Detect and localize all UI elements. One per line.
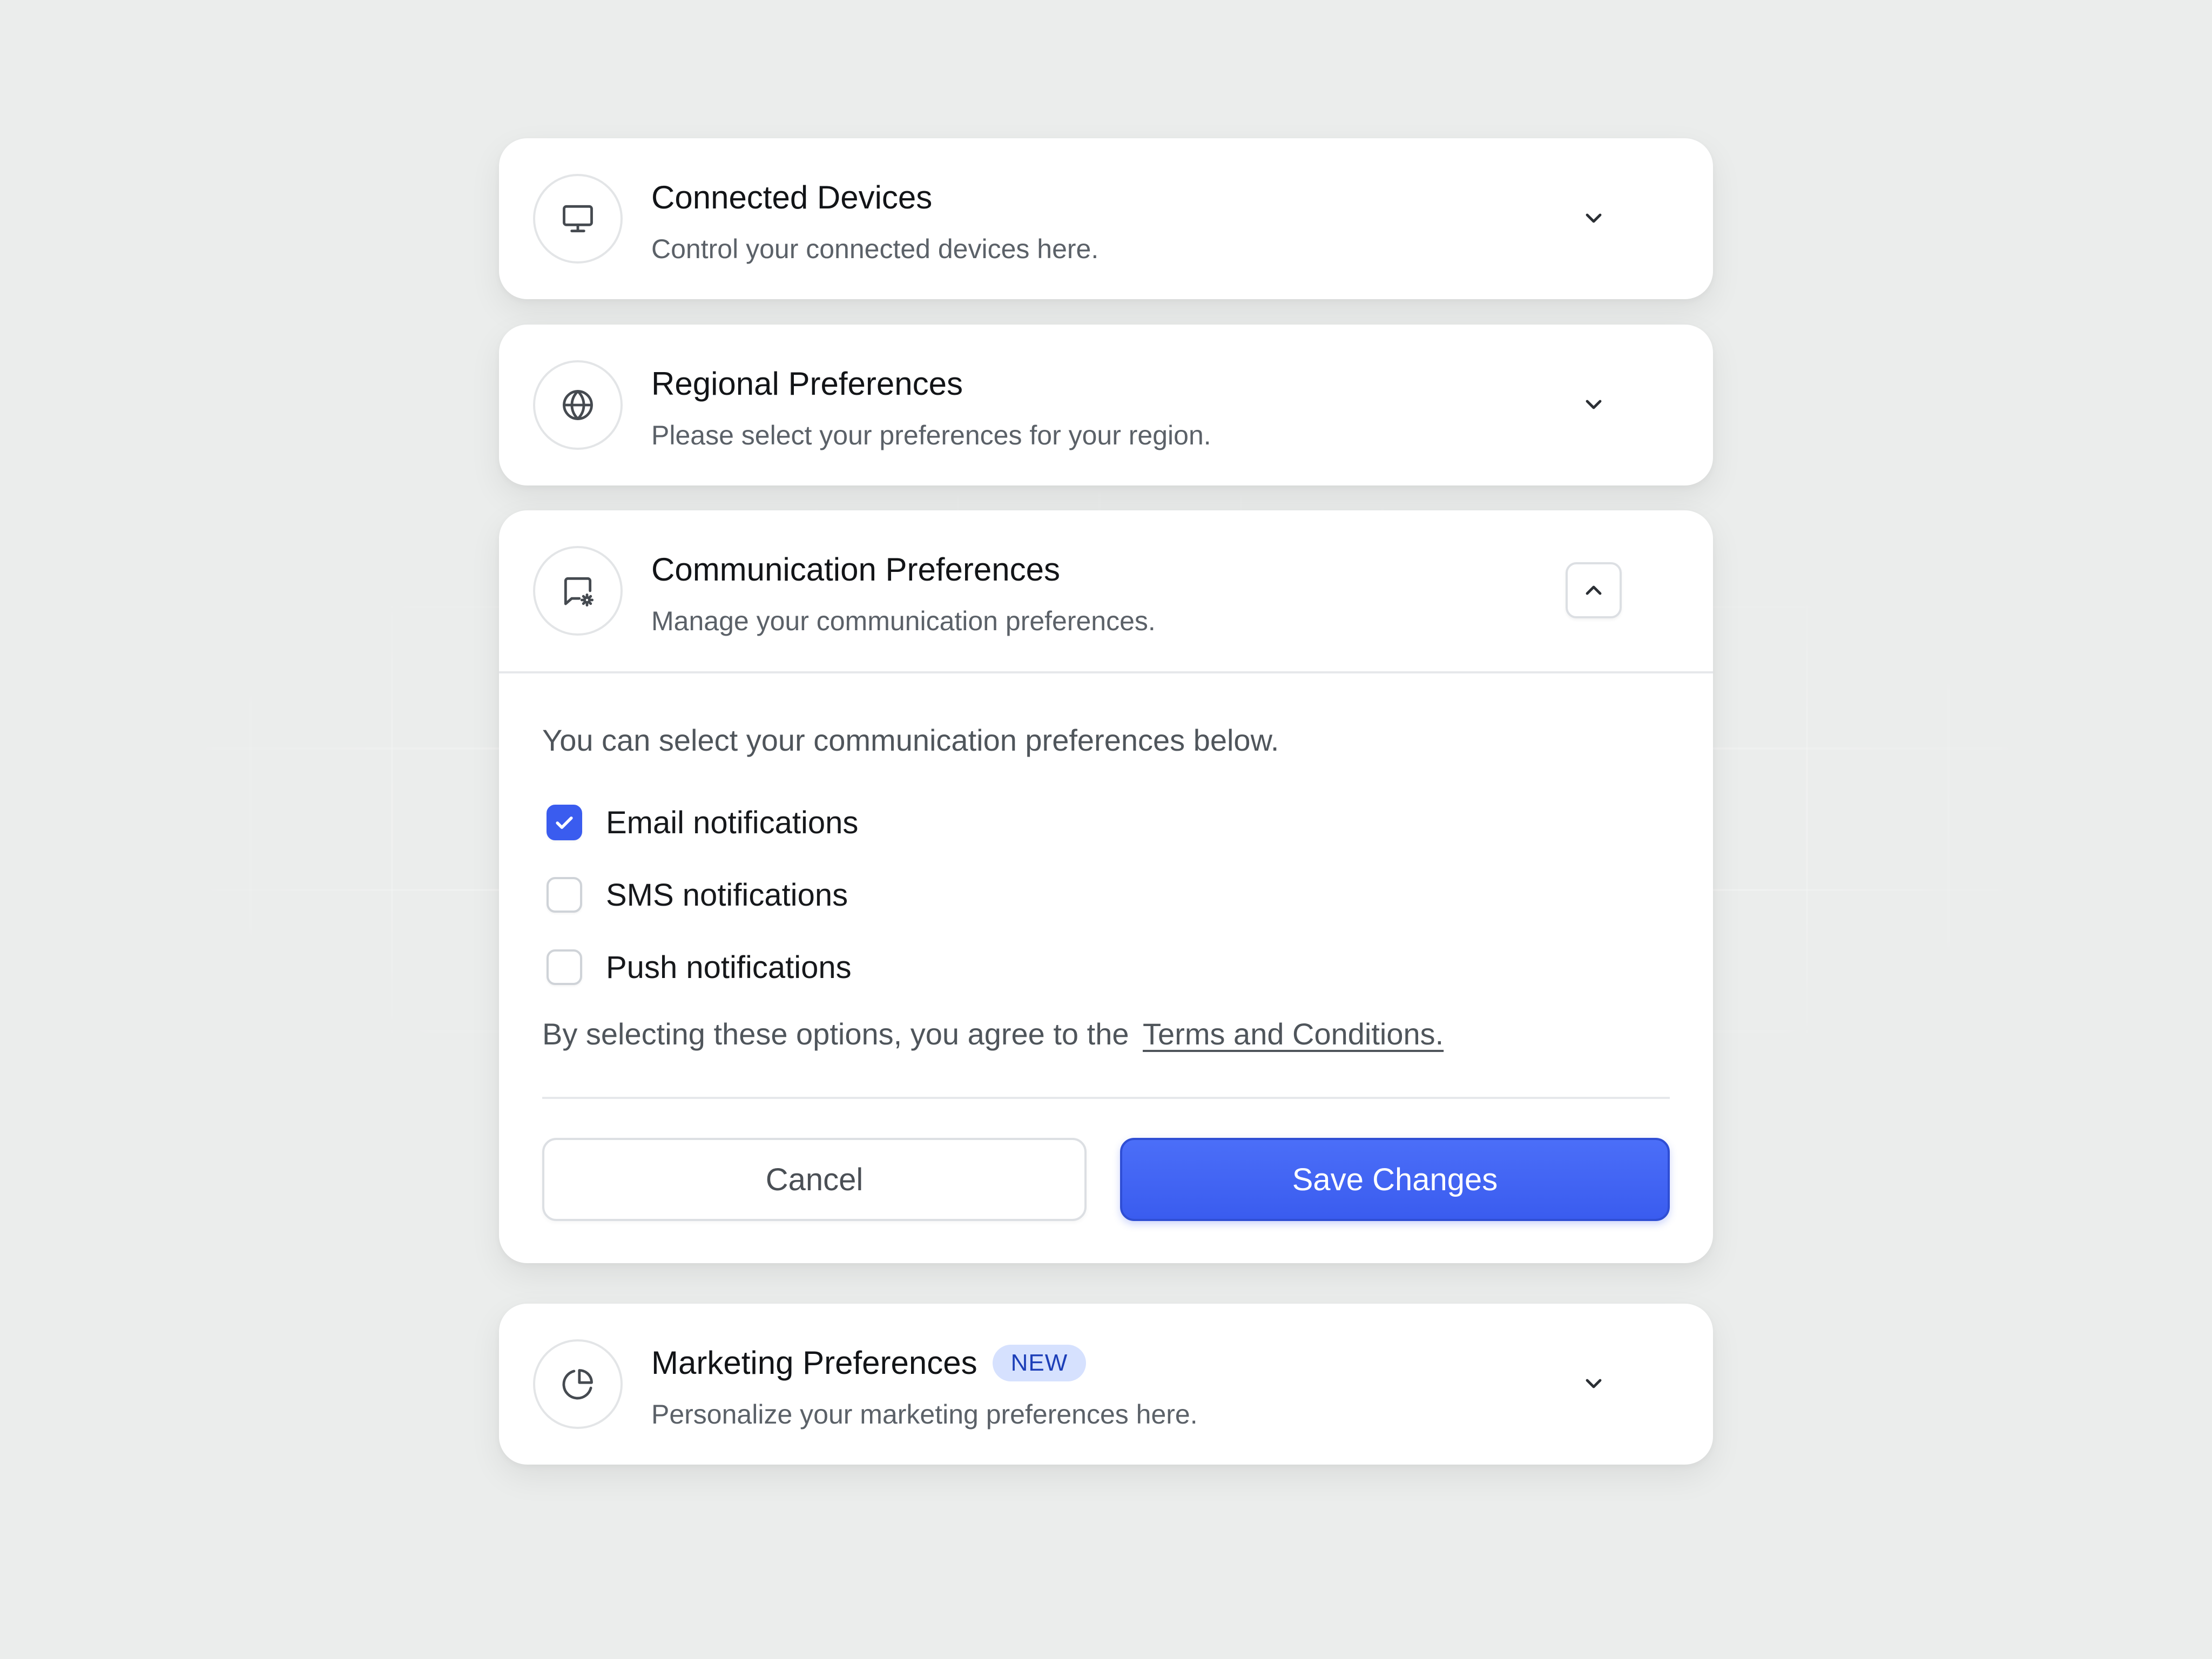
panel-intro-text: You can select your communication prefer… — [542, 723, 1279, 757]
accordion-subtitle: Manage your communication preferences. — [651, 606, 1156, 636]
email-notifications-checkbox[interactable] — [547, 805, 582, 840]
accordion-title: Regional Preferences — [651, 366, 963, 402]
title-row: Marketing Preferences NEW — [651, 1341, 1198, 1385]
option-sms-notifications[interactable]: SMS notifications — [542, 868, 1670, 922]
accordion-header-marketing-preferences[interactable]: Marketing Preferences NEW Personalize yo… — [499, 1304, 1713, 1465]
accordion-communication-preferences: Communication Preferences Manage your co… — [499, 510, 1713, 1263]
terms-and-conditions-link[interactable]: Terms and Conditions. — [1143, 1017, 1444, 1051]
chevron-down-icon — [1586, 213, 1602, 223]
accordion-subtitle: Please select your preferences for your … — [651, 420, 1211, 450]
cancel-button[interactable]: Cancel — [542, 1138, 1087, 1221]
sms-notifications-label: SMS notifications — [606, 877, 848, 913]
option-email-notifications[interactable]: Email notifications — [542, 795, 1670, 849]
accordion-marketing-preferences: Marketing Preferences NEW Personalize yo… — [499, 1304, 1713, 1465]
accordion-titles: Marketing Preferences NEW Personalize yo… — [651, 1341, 1198, 1433]
save-changes-button[interactable]: Save Changes — [1120, 1138, 1670, 1221]
accordion-title: Marketing Preferences — [651, 1345, 977, 1381]
accordion-regional-preferences: Regional Preferences Please select your … — [499, 325, 1713, 485]
accordion-title: Communication Preferences — [651, 551, 1061, 588]
terms-prefix: By selecting these options, you agree to… — [542, 1017, 1129, 1051]
push-notifications-checkbox[interactable] — [547, 949, 582, 985]
accordion-title: Connected Devices — [651, 179, 933, 215]
notification-options: Email notifications SMS notifications Pu… — [542, 795, 1670, 994]
chevron-up-icon — [1586, 585, 1602, 595]
message-settings-icon-container — [533, 546, 623, 636]
stage: Connected Devices Control your connected… — [0, 0, 2212, 1659]
message-settings-icon — [564, 577, 594, 607]
accordion-subtitle: Control your connected devices here. — [651, 234, 1099, 264]
accordion-titles: Regional Preferences Please select your … — [651, 362, 1211, 454]
accordion-titles: Communication Preferences Manage your co… — [651, 548, 1156, 640]
push-notifications-label: Push notifications — [606, 949, 852, 985]
chevron-down-icon — [1586, 400, 1602, 409]
accordion-header-communication-preferences[interactable]: Communication Preferences Manage your co… — [499, 510, 1713, 671]
expand-toggle-button[interactable] — [1566, 190, 1622, 246]
accordion-subtitle: Personalize your marketing preferences h… — [651, 1399, 1198, 1429]
monitor-icon-container — [533, 174, 623, 264]
collapse-toggle-button[interactable] — [1566, 562, 1622, 618]
expand-toggle-button[interactable] — [1566, 376, 1622, 433]
new-badge: NEW — [992, 1345, 1087, 1381]
email-notifications-label: Email notifications — [606, 805, 859, 840]
monitor-icon — [563, 205, 593, 233]
accordion-header-regional-preferences[interactable]: Regional Preferences Please select your … — [499, 325, 1713, 485]
accordion-header-connected-devices[interactable]: Connected Devices Control your connected… — [499, 138, 1713, 299]
pie-chart-icon-container — [533, 1339, 623, 1429]
terms-notice: By selecting these options, you agree to… — [542, 1013, 1670, 1056]
checkmark-icon — [556, 817, 573, 829]
chevron-down-icon — [1586, 1379, 1602, 1388]
pie-chart-icon — [562, 1369, 593, 1400]
accordion-titles: Connected Devices Control your connected… — [651, 176, 1098, 268]
expand-toggle-button[interactable] — [1566, 1355, 1622, 1412]
actions-divider — [542, 1097, 1670, 1099]
globe-icon-container — [533, 360, 623, 450]
globe-icon — [563, 390, 593, 420]
accordion-connected-devices: Connected Devices Control your connected… — [499, 138, 1713, 299]
panel-actions: Cancel Save Changes — [542, 1138, 1670, 1263]
sms-notifications-checkbox[interactable] — [547, 877, 582, 913]
option-push-notifications[interactable]: Push notifications — [542, 940, 1670, 994]
accordion-panel: You can select your communication prefer… — [499, 673, 1713, 1263]
